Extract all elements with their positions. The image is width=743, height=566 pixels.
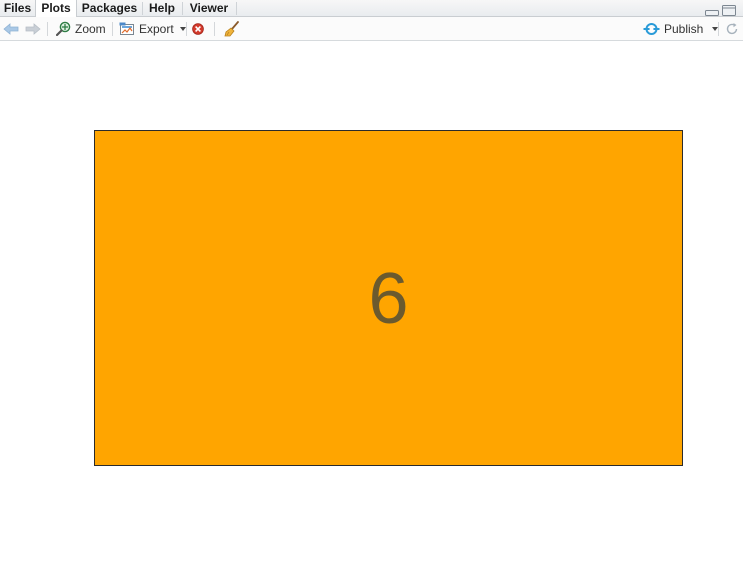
toolbar-divider bbox=[214, 22, 215, 36]
maximize-pane-button[interactable] bbox=[722, 3, 736, 16]
plot-viewer: 6 bbox=[0, 41, 743, 566]
arrow-left-icon bbox=[3, 22, 19, 35]
next-plot-button[interactable] bbox=[25, 17, 41, 40]
toolbar-divider bbox=[112, 22, 113, 36]
pane-tab-bar: Files Plots Packages Help Viewer bbox=[0, 0, 743, 18]
toolbar-divider bbox=[47, 22, 48, 36]
maximize-icon bbox=[722, 5, 736, 16]
remove-plot-icon bbox=[192, 22, 204, 35]
clear-all-plots-button[interactable] bbox=[224, 17, 240, 40]
plot-rectangle: 6 bbox=[94, 130, 683, 466]
minimize-pane-button[interactable] bbox=[705, 3, 719, 16]
arrow-right-icon bbox=[25, 22, 41, 35]
publish-button[interactable]: Publish bbox=[643, 17, 719, 40]
zoom-label: Zoom bbox=[75, 21, 106, 36]
refresh-button[interactable] bbox=[725, 17, 739, 40]
plot-value-label: 6 bbox=[368, 259, 409, 339]
tab-packages[interactable]: Packages bbox=[77, 0, 142, 17]
toolbar-divider bbox=[186, 22, 187, 36]
remove-plot-button[interactable] bbox=[192, 17, 204, 40]
previous-plot-button[interactable] bbox=[3, 17, 19, 40]
tab-viewer[interactable]: Viewer bbox=[182, 0, 236, 17]
tab-plots[interactable]: Plots bbox=[35, 0, 77, 18]
plots-pane: Files Plots Packages Help Viewer Zoom Ex… bbox=[0, 0, 743, 566]
tab-files[interactable]: Files bbox=[0, 0, 35, 17]
export-menu-button[interactable]: Export bbox=[119, 17, 186, 40]
minimize-icon bbox=[705, 10, 719, 16]
zoom-icon bbox=[56, 21, 71, 36]
tab-divider bbox=[236, 2, 237, 15]
tab-help[interactable]: Help bbox=[142, 0, 182, 17]
export-label: Export bbox=[139, 21, 174, 36]
export-icon bbox=[119, 22, 134, 35]
refresh-icon bbox=[726, 22, 738, 34]
broom-icon bbox=[224, 20, 239, 36]
publish-label: Publish bbox=[664, 21, 704, 36]
chevron-down-icon bbox=[179, 27, 186, 31]
plots-toolbar: Zoom Export Publish bbox=[0, 17, 743, 41]
zoom-button[interactable]: Zoom bbox=[56, 17, 106, 40]
publish-icon bbox=[643, 22, 660, 35]
toolbar-divider bbox=[718, 22, 719, 36]
